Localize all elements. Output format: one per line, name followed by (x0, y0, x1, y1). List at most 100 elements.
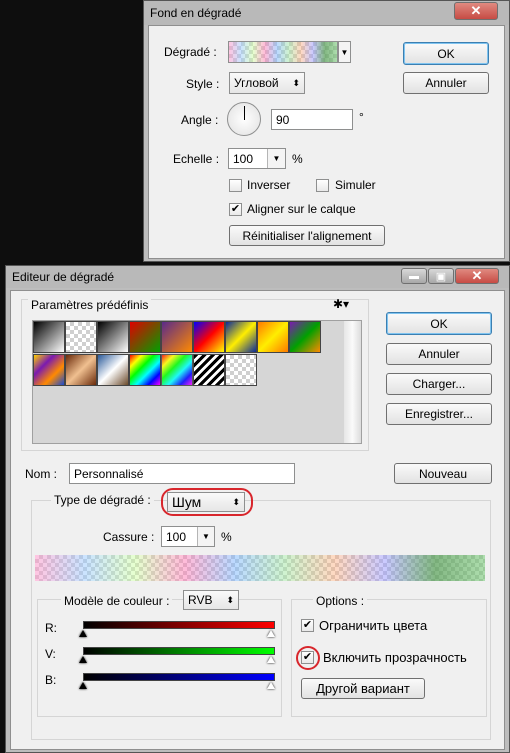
channel-label: B: (45, 673, 57, 687)
roughness-dropdown-button[interactable]: ▼ (197, 527, 214, 546)
preset-swatch-chrome[interactable] (97, 354, 129, 386)
presets-scrollbar[interactable] (344, 321, 361, 443)
preset-swatch-violet-green-orange[interactable] (289, 321, 321, 353)
angle-dial-needle (244, 106, 245, 120)
presets-label: Paramètres prédéfinis (28, 298, 152, 312)
new-button[interactable]: Nouveau (394, 463, 492, 484)
restrict-colors-checkbox[interactable]: ✔ (301, 619, 314, 632)
channel-slider-left-handle[interactable] (79, 630, 87, 637)
channel-label: R: (45, 621, 57, 635)
presets-group: Paramètres prédéfinis ✱▾ (21, 297, 369, 451)
chevron-down-icon: ⬍ (232, 496, 240, 507)
maximize-button[interactable]: ▣ (428, 268, 454, 284)
type-select[interactable]: Шум ⬍ (167, 492, 245, 512)
preset-swatch-violet-orange[interactable] (161, 321, 193, 353)
type-value: Шум (172, 494, 202, 510)
dialog-body: Dégradé : ▼ Style : Угловой ⬍ Angle : 90… (148, 25, 505, 259)
angle-dial[interactable] (227, 102, 261, 136)
simulate-label: Simuler (335, 178, 376, 192)
close-button[interactable]: ✕ (454, 2, 498, 20)
invert-checkbox[interactable] (229, 179, 242, 192)
align-label: Aligner sur le calque (247, 202, 356, 216)
channel-slider-bar[interactable] (83, 647, 275, 655)
invert-label: Inverser (247, 178, 291, 192)
checkmark-icon: ✔ (302, 651, 313, 663)
style-label: Style : (186, 77, 220, 91)
preset-swatch-orange-yellow-orange[interactable] (257, 321, 289, 353)
save-button[interactable]: Enregistrer... (386, 403, 492, 425)
load-button[interactable]: Charger... (386, 373, 492, 395)
gear-icon[interactable]: ✱▾ (333, 297, 349, 311)
name-input[interactable]: Personnalisé (69, 463, 295, 484)
restrict-colors-label: Ограничить цвета (319, 618, 428, 633)
channel-slider-right-handle[interactable] (267, 630, 275, 637)
add-transparency-checkbox[interactable]: ✔ (301, 651, 314, 664)
checkmark-icon: ✔ (302, 619, 313, 631)
type-label: Type de dégradé : (51, 493, 154, 507)
scale-label: Echelle : (173, 152, 220, 166)
preset-swatch-transparent-rainbow[interactable] (161, 354, 193, 386)
editor-cancel-button[interactable]: Annuler (386, 343, 492, 365)
chevron-down-icon: ▼ (202, 532, 210, 541)
preset-swatch-blue-red-yellow[interactable] (193, 321, 225, 353)
preset-swatches (33, 321, 333, 391)
preset-swatch-transparent-checker[interactable] (225, 354, 257, 386)
preset-swatch-black-white[interactable] (97, 321, 129, 353)
options-label: Options : (313, 594, 368, 608)
dialog-title: Fond en dégradé (150, 6, 242, 20)
preset-swatch-spectrum[interactable] (129, 354, 161, 386)
chevron-down-icon: ▼ (272, 154, 281, 163)
minimize-button[interactable]: ▬ (401, 268, 427, 284)
channel-slider-left-handle[interactable] (79, 656, 87, 663)
cancel-button[interactable]: Annuler (403, 72, 489, 94)
ok-button[interactable]: OK (403, 42, 489, 65)
preset-swatch-yellow-violet-orange-blue[interactable] (33, 354, 65, 386)
preset-swatch-transparent-stripes[interactable] (193, 354, 225, 386)
channel-slider-bar[interactable] (83, 673, 275, 681)
editor-body: Paramètres prédéfinis ✱▾ OK Annuler Char… (10, 290, 505, 750)
editor-close-button[interactable]: ✕ (455, 268, 499, 284)
angle-label: Angle : (181, 113, 219, 127)
color-model-label: Modèle de couleur : (61, 594, 173, 608)
angle-input[interactable]: 90 (271, 109, 353, 130)
color-model-select[interactable]: RVB ⬍ (183, 590, 239, 610)
chevron-down-icon: ▼ (340, 47, 349, 57)
gradient-preview-picker[interactable] (228, 41, 338, 63)
close-icon: ✕ (471, 268, 483, 283)
roughness-unit: % (221, 530, 232, 544)
chevron-down-icon: ⬍ (292, 77, 300, 88)
gradient-dropdown-button[interactable]: ▼ (338, 41, 351, 63)
angle-unit: ° (359, 110, 364, 124)
preset-swatch-blue-yellow-blue[interactable] (225, 321, 257, 353)
preset-swatch-foreground-to-transparent[interactable] (65, 321, 97, 353)
scale-unit: % (292, 152, 303, 166)
channel-slider-right-handle[interactable] (267, 656, 275, 663)
gradient-editor-dialog: Editeur de dégradé ▬ ▣ ✕ Paramètres préd… (5, 265, 510, 753)
align-checkbox[interactable]: ✔ (229, 203, 242, 216)
color-model-value: RVB (188, 593, 213, 607)
scale-dropdown-button[interactable]: ▼ (267, 149, 285, 168)
name-label: Nom : (25, 467, 58, 481)
roughness-label: Cassure : (103, 530, 155, 544)
reset-alignment-button[interactable]: Réinitialiser l'alignement (229, 225, 385, 246)
gradient-noise-bar[interactable] (35, 555, 485, 581)
minimize-icon: ▬ (409, 270, 419, 282)
maximize-icon: ▣ (435, 270, 447, 283)
channel-slider-right-handle[interactable] (267, 682, 275, 689)
close-icon: ✕ (470, 3, 482, 18)
simulate-checkbox[interactable] (316, 179, 329, 192)
channel-slider-bar[interactable] (83, 621, 275, 629)
channel-slider-left-handle[interactable] (79, 682, 87, 689)
preset-swatch-copper[interactable] (65, 354, 97, 386)
preset-swatch-red-green[interactable] (129, 321, 161, 353)
add-transparency-label: Включить прозрачность (323, 650, 467, 665)
preset-swatch-foreground-to-background[interactable] (33, 321, 65, 353)
channel-sliders: R: V: B: (45, 619, 275, 715)
checkmark-icon: ✔ (230, 203, 241, 215)
randomize-button[interactable]: Другой вариант (301, 678, 425, 699)
style-value: Угловой (234, 76, 279, 90)
style-select[interactable]: Угловой ⬍ (229, 72, 305, 94)
editor-ok-button[interactable]: OK (386, 312, 492, 335)
gradient-label: Dégradé : (164, 45, 217, 59)
presets-grid (32, 320, 362, 444)
